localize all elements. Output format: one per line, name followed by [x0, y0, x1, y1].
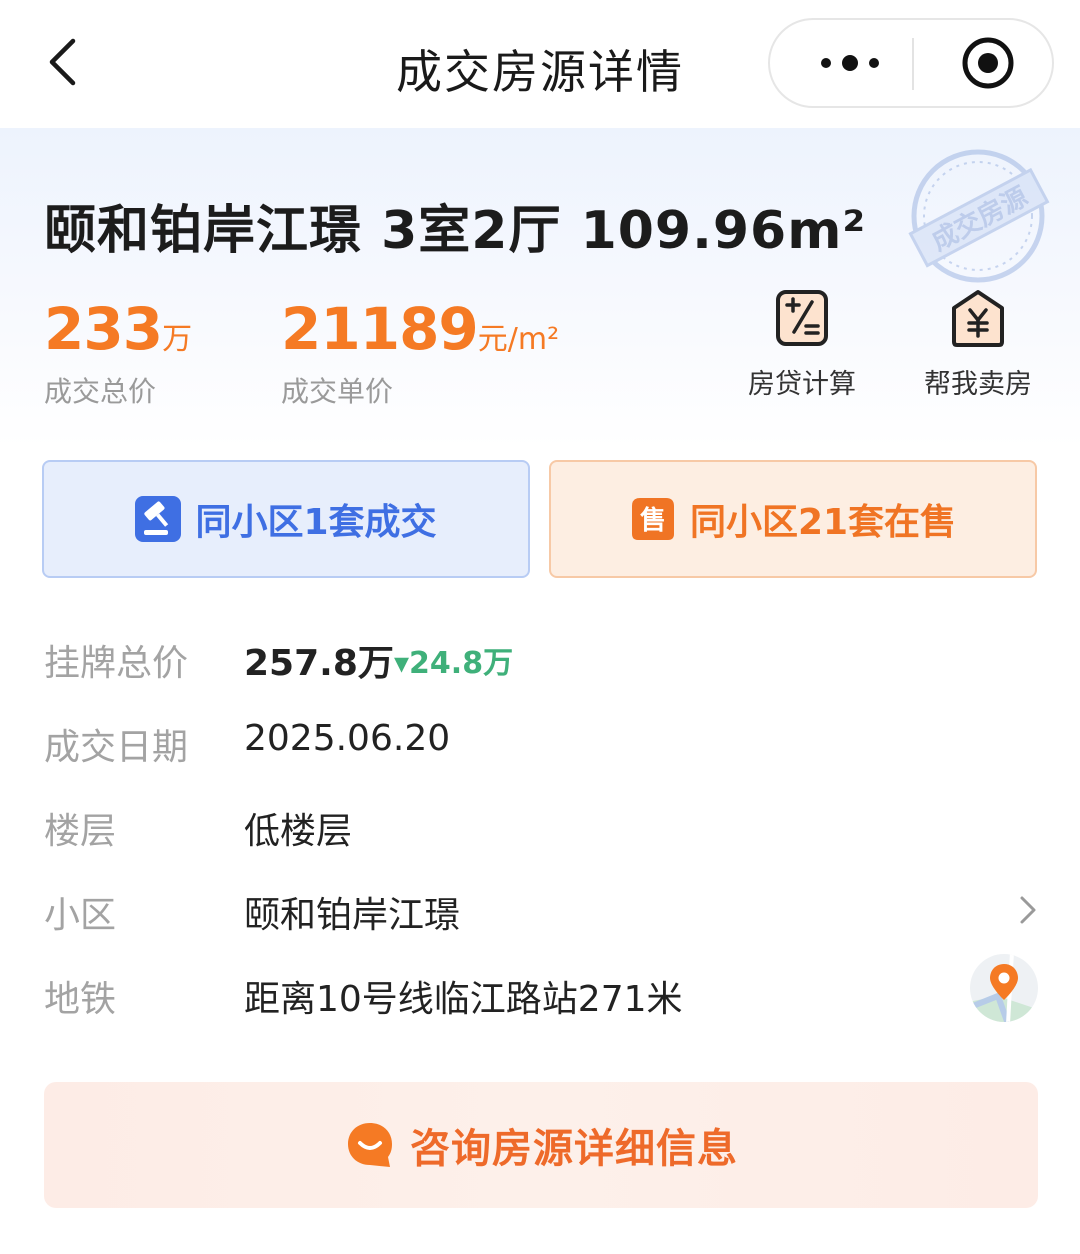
same-community-deals-label: 同小区1套成交: [195, 502, 437, 543]
listing-title: 颐和铂岸江璟 3室2厅 109.96m²: [44, 201, 867, 261]
deal-date-row: 成交日期 2025.06.20: [44, 712, 1040, 772]
list-price-value: 257.8万: [244, 643, 394, 684]
community-row[interactable]: 小区 颐和铂岸江璟: [44, 880, 1040, 940]
calculator-icon: [776, 290, 828, 346]
total-price-label: 成交总价: [44, 375, 157, 408]
same-community-for-sale-button[interactable]: 售 同小区21套在售: [549, 460, 1037, 578]
close-mini-program-button[interactable]: [938, 20, 1038, 106]
deal-date-label: 成交日期: [44, 727, 189, 768]
community-value: 颐和铂岸江璟: [244, 895, 461, 936]
floor-value: 低楼层: [244, 811, 353, 852]
more-dots-icon: [821, 55, 879, 71]
list-price-row: 挂牌总价 257.8万 ▾24.8万: [44, 628, 1040, 688]
sell-my-house-button[interactable]: 帮我卖房: [913, 288, 1043, 401]
chevron-right-icon: [1020, 896, 1036, 924]
floor-label: 楼层: [44, 811, 117, 852]
list-price-label: 挂牌总价: [44, 643, 189, 684]
gavel-icon: [135, 496, 182, 542]
total-price-unit: 万: [162, 322, 193, 357]
total-price-value: 233: [44, 295, 163, 363]
unit-price-unit: 元/m²: [477, 322, 560, 357]
consult-listing-button[interactable]: 咨询房源详细信息: [44, 1082, 1038, 1208]
sell-house-icon: [952, 290, 1004, 347]
map-pin-icon[interactable]: [968, 952, 1040, 1024]
consult-listing-label: 咨询房源详细信息: [410, 1126, 738, 1172]
floor-row: 楼层 低楼层: [44, 796, 1040, 856]
unit-price-value: 21189: [281, 295, 479, 363]
sell-my-house-label: 帮我卖房: [924, 369, 1032, 400]
mini-program-capsule: [768, 18, 1054, 108]
more-button[interactable]: [790, 20, 910, 106]
target-icon: [962, 37, 1014, 89]
subway-value: 距离10号线临江路站271米: [244, 979, 683, 1020]
sale-tag-text: 售: [640, 505, 666, 536]
same-community-deals-button[interactable]: 同小区1套成交: [42, 460, 530, 578]
chat-bubble-icon: [348, 1123, 392, 1167]
same-community-for-sale-label: 同小区21套在售: [689, 502, 957, 543]
subway-label: 地铁: [44, 979, 117, 1020]
deal-stamp-icon: 成交房源: [908, 149, 1050, 283]
subway-row: 地铁 距离10号线临江路站271米: [44, 954, 1040, 1024]
mortgage-calculator-label: 房贷计算: [748, 369, 856, 400]
capsule-divider: [912, 38, 914, 90]
mortgage-calculator-button[interactable]: 房贷计算: [737, 288, 867, 401]
sale-tag-icon: 售: [631, 498, 674, 540]
deal-unit-price: 21189元/m² 成交单价: [281, 300, 559, 410]
deal-date-value: 2025.06.20: [244, 718, 451, 759]
community-label: 小区: [44, 895, 117, 936]
deal-total-price: 233万 成交总价: [44, 300, 192, 410]
nav-bar: 成交房源详情: [0, 0, 1080, 128]
price-drop-badge: ▾24.8万: [394, 646, 514, 681]
unit-price-label: 成交单价: [281, 375, 394, 408]
